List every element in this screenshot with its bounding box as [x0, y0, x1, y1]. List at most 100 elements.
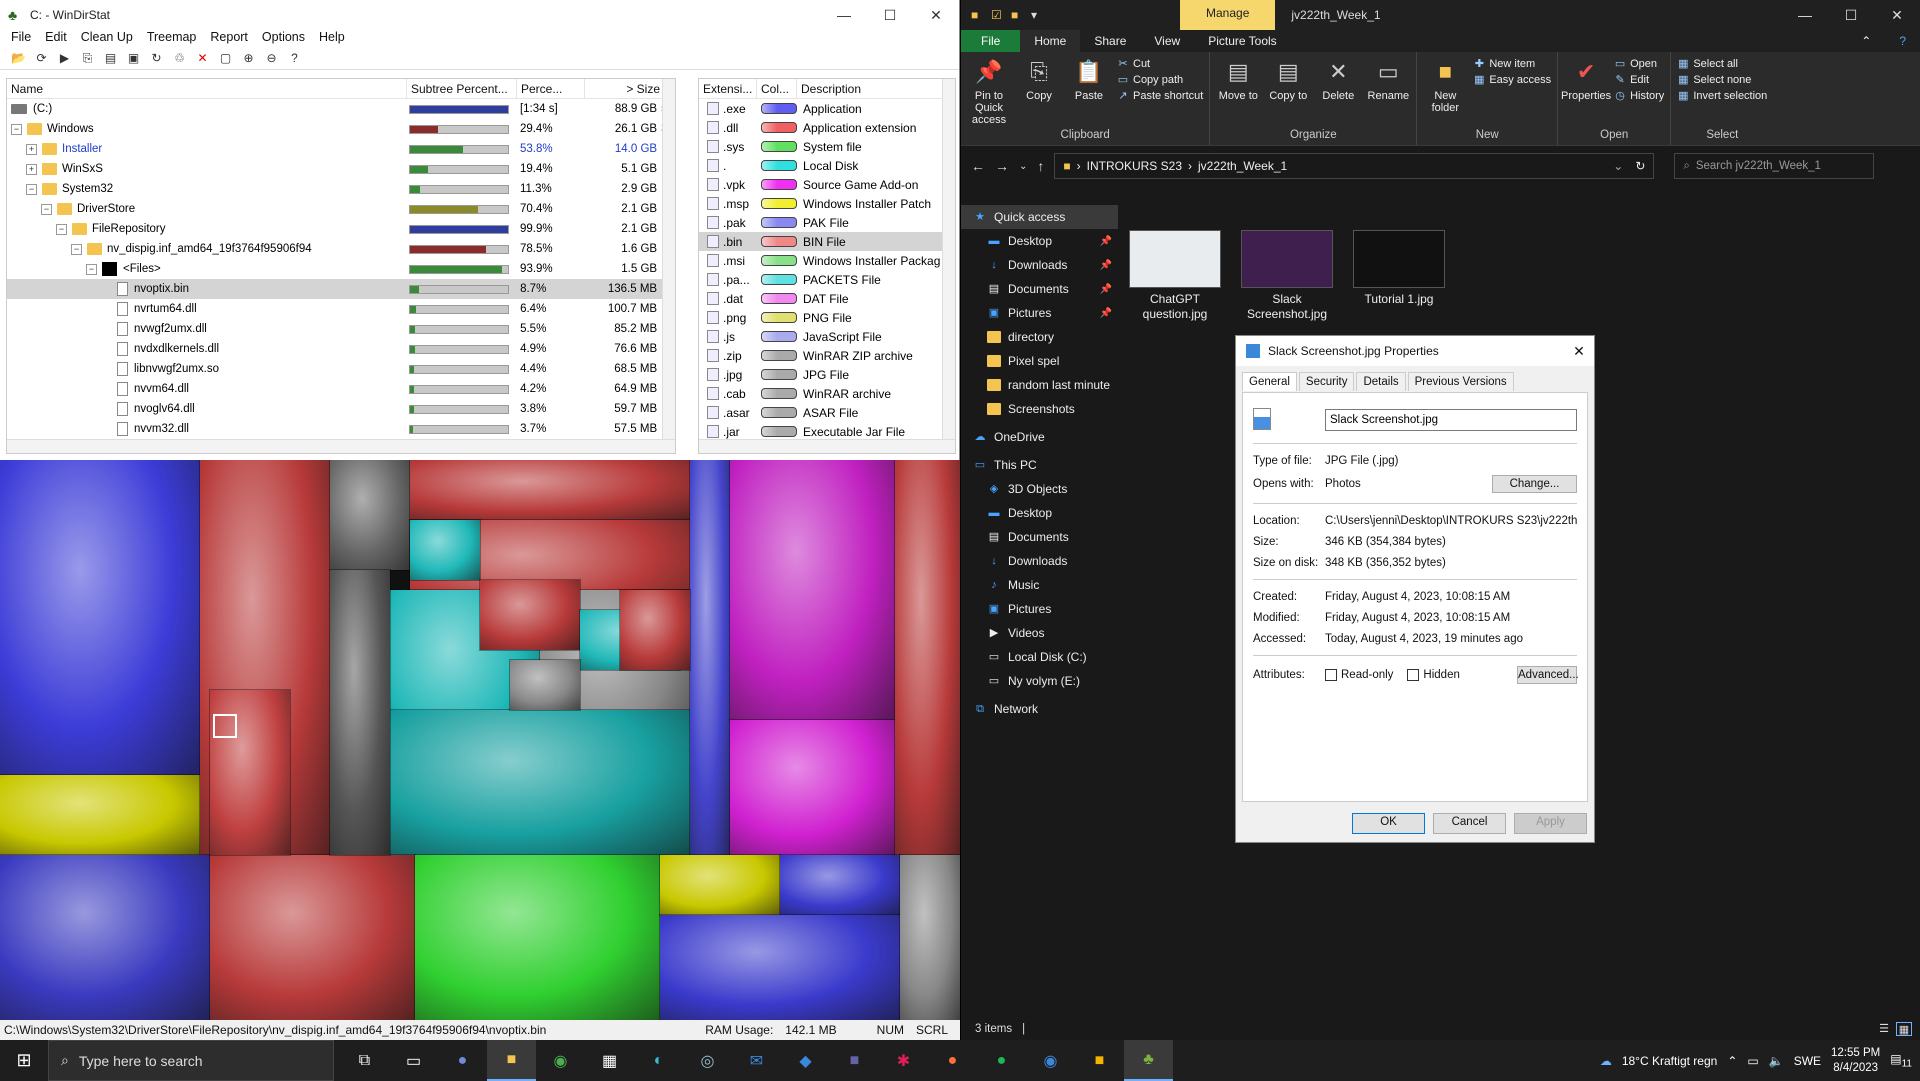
col-subtree[interactable]: Subtree Percent...: [407, 79, 517, 98]
col-size[interactable]: > Size: [585, 79, 665, 98]
nav-item[interactable]: ⧉ Network: [961, 697, 1118, 721]
tab-share[interactable]: Share: [1080, 30, 1140, 52]
directory-list[interactable]: Name Subtree Percent... Perce... > Size …: [6, 78, 676, 454]
delete-button[interactable]: ✕ Delete: [1316, 56, 1360, 129]
extension-row[interactable]: .bin BIN File: [699, 232, 955, 251]
minimize-icon[interactable]: —: [1782, 7, 1828, 24]
new-folder-button[interactable]: ■ New folder: [1423, 56, 1467, 129]
treemap-block[interactable]: [894, 460, 960, 856]
tab-previous-versions[interactable]: Previous Versions: [1407, 372, 1514, 391]
network-icon[interactable]: ▭: [1747, 1054, 1758, 1068]
col-extension[interactable]: Extensi...: [699, 79, 757, 98]
extension-row[interactable]: . Local Disk: [699, 156, 955, 175]
rescan-icon[interactable]: ⟳: [31, 49, 52, 68]
treemap-block[interactable]: [689, 460, 731, 856]
copy-path-button[interactable]: ▭ Copy path: [1117, 74, 1203, 86]
file-explorer-taskbar-icon[interactable]: ■: [487, 1040, 536, 1081]
windirstat-taskbar-icon[interactable]: ♣: [1124, 1040, 1173, 1081]
nav-item[interactable]: ◈ 3D Objects: [961, 477, 1118, 501]
treemap[interactable]: [0, 460, 960, 1020]
search-box[interactable]: ⌕ Search jv222th_Week_1: [1674, 153, 1875, 179]
filename-field[interactable]: [1325, 409, 1577, 431]
properties-qat-icon[interactable]: ☑: [991, 8, 1005, 22]
discord-icon[interactable]: ●: [438, 1040, 487, 1081]
nav-item[interactable]: ▭ Ny volym (E:): [961, 669, 1118, 693]
treemap-block[interactable]: [0, 774, 201, 856]
play-icon[interactable]: ▶: [54, 49, 75, 68]
treemap-block[interactable]: [389, 709, 691, 856]
nav-item[interactable]: ▤ Documents: [961, 525, 1118, 549]
tab-picture-tools[interactable]: Picture Tools: [1194, 30, 1290, 52]
nav-item[interactable]: ▬ Desktop 📌: [961, 229, 1118, 253]
directory-row[interactable]: nvdxdlkernels.dll 4.9% 76.6 MB: [7, 339, 675, 359]
breadcrumb-week1[interactable]: jv222th_Week_1: [1198, 159, 1287, 173]
paste-button[interactable]: 📋 Paste: [1067, 56, 1111, 129]
change-button[interactable]: Change...: [1492, 475, 1577, 493]
refresh-icon[interactable]: ↻: [146, 49, 167, 68]
treemap-block[interactable]: [0, 460, 201, 776]
extension-row[interactable]: .png PNG File: [699, 308, 955, 327]
pin-quick-access-button[interactable]: 📌 Pin to Quick access: [967, 56, 1011, 129]
extension-row[interactable]: .asar ASAR File: [699, 403, 955, 422]
steam-icon[interactable]: ◎: [683, 1040, 732, 1081]
extension-row[interactable]: .sys System file: [699, 137, 955, 156]
edge-icon[interactable]: ◐: [634, 1040, 683, 1081]
tray-overflow-icon[interactable]: ⌃: [1727, 1054, 1737, 1068]
directory-row[interactable]: nvrtum64.dll 6.4% 100.7 MB: [7, 299, 675, 319]
breadcrumb-introkurs[interactable]: INTROKURS S23: [1087, 159, 1182, 173]
directory-row[interactable]: − <Files> 93.9% 1.5 GB: [7, 259, 675, 279]
nav-item[interactable]: ▤ Documents 📌: [961, 277, 1118, 301]
forward-icon[interactable]: →: [995, 158, 1009, 174]
back-icon[interactable]: ←: [971, 158, 985, 174]
nav-item[interactable]: ▣ Pictures: [961, 597, 1118, 621]
directory-row[interactable]: +WinSxS19.4%5.1 GB14: [7, 159, 675, 179]
col-description[interactable]: Description: [797, 79, 947, 98]
directory-row[interactable]: libnvwgf2umx.so 4.4% 68.5 MB: [7, 359, 675, 379]
new-item-button[interactable]: ✚ New item: [1473, 58, 1551, 70]
clock[interactable]: 12:55 PM 8/4/2023: [1831, 1046, 1880, 1076]
move-to-button[interactable]: ▤ Move to: [1216, 56, 1260, 129]
address-dropdown-icon[interactable]: ⌄: [1613, 159, 1623, 173]
treemap-block[interactable]: [329, 460, 411, 571]
treemap-block[interactable]: [779, 854, 901, 916]
nav-item[interactable]: random last minute: [961, 373, 1118, 397]
close-icon[interactable]: ✕: [913, 7, 959, 24]
collapse-icon[interactable]: −: [11, 123, 22, 135]
cmd-icon[interactable]: ▣: [123, 49, 144, 68]
nav-item[interactable]: ★ Quick access: [961, 205, 1118, 229]
directory-row[interactable]: nvvm32.dll 3.7% 57.5 MB: [7, 419, 675, 439]
details-view-icon[interactable]: ☰: [1876, 1022, 1892, 1036]
extension-row[interactable]: .vpk Source Game Add-on: [699, 175, 955, 194]
nav-item[interactable]: ▭ This PC: [961, 453, 1118, 477]
cut-button[interactable]: ✂ Cut: [1117, 58, 1203, 70]
firefox-icon[interactable]: ●: [928, 1040, 977, 1081]
menu-treemap[interactable]: Treemap: [140, 30, 204, 48]
store-icon[interactable]: ▦: [585, 1040, 634, 1081]
cancel-button[interactable]: Cancel: [1433, 813, 1506, 834]
volume-icon[interactable]: 🔈: [1769, 1054, 1784, 1068]
treemap-block[interactable]: [619, 589, 691, 671]
nav-item[interactable]: ↓ Downloads: [961, 549, 1118, 573]
extension-row[interactable]: .cab WinRAR archive: [699, 384, 955, 403]
apply-button[interactable]: Apply: [1514, 813, 1587, 834]
open-icon[interactable]: 📂: [8, 49, 29, 68]
extension-row[interactable]: .dll Application extension: [699, 118, 955, 137]
ext-hscroll[interactable]: [699, 439, 955, 453]
select-all-button[interactable]: ▦ Select all: [1677, 58, 1767, 70]
treemap-block[interactable]: [659, 854, 781, 916]
nav-item[interactable]: ▶ Videos: [961, 621, 1118, 645]
collapse-icon[interactable]: −: [56, 223, 67, 235]
nav-item[interactable]: Screenshots: [961, 397, 1118, 421]
weather-icon[interactable]: ☁: [1600, 1054, 1612, 1068]
nav-item[interactable]: Pixel spel: [961, 349, 1118, 373]
tab-home[interactable]: Home: [1020, 30, 1081, 52]
directory-row[interactable]: nvoglv64.dll 3.8% 59.7 MB: [7, 399, 675, 419]
treemap-block[interactable]: [659, 914, 901, 1020]
task-view-icon[interactable]: ⧉: [340, 1040, 389, 1081]
menu-file[interactable]: File: [4, 30, 38, 48]
directory-row[interactable]: nvwgf2umx.dll 5.5% 85.2 MB: [7, 319, 675, 339]
expand-icon[interactable]: +: [26, 143, 37, 155]
maximize-icon[interactable]: ☐: [1828, 7, 1874, 24]
nav-item[interactable]: ▬ Desktop: [961, 501, 1118, 525]
hidden-checkbox[interactable]: Hidden: [1407, 668, 1460, 681]
